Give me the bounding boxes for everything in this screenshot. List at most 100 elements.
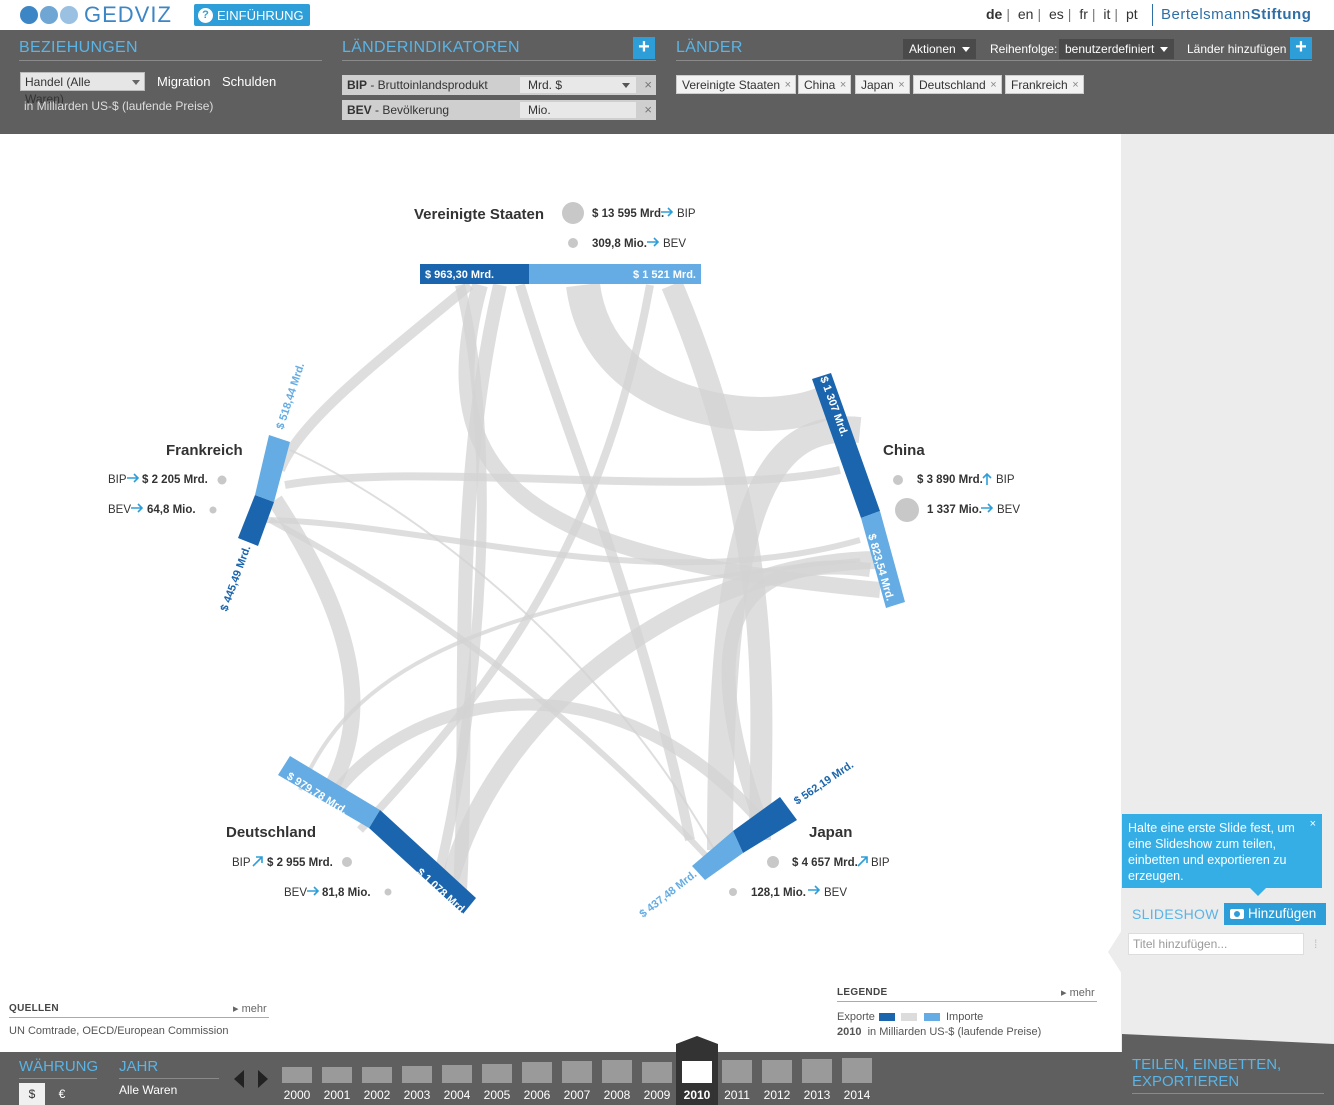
actions-dropdown[interactable]: Aktionen <box>903 39 976 59</box>
year-2000[interactable]: 2000 <box>282 1052 312 1105</box>
year-bar <box>562 1061 592 1083</box>
flow-japan-china[interactable] <box>721 560 871 823</box>
legend-note: 2010 in Milliarden US-$ (laufende Preise… <box>837 1026 1041 1038</box>
year-2014[interactable]: 2014 <box>842 1052 872 1105</box>
country-chip[interactable]: China × <box>798 75 852 95</box>
country-name-china[interactable]: China <box>883 442 925 459</box>
legend-imports-label: Importe <box>946 1011 984 1023</box>
lang-de[interactable]: de <box>986 6 1002 22</box>
slide-title-input[interactable]: Titel hinzufügen... <box>1128 933 1304 955</box>
year-2010[interactable]: 2010 <box>682 1052 712 1105</box>
year-2012[interactable]: 2012 <box>762 1052 792 1105</box>
close-icon[interactable]: × <box>1072 76 1078 95</box>
country-chip[interactable]: Frankreich × <box>1005 75 1084 94</box>
chip-label: Frankreich <box>1011 78 1068 92</box>
year-bar <box>842 1058 872 1083</box>
bip-bubble <box>893 475 903 485</box>
year-label: 2009 <box>643 1088 671 1102</box>
lang-fr[interactable]: fr <box>1079 6 1088 22</box>
year-bar <box>322 1067 352 1083</box>
close-icon[interactable]: × <box>898 76 904 95</box>
arrow-right-icon <box>808 885 821 895</box>
country-chip[interactable]: Japan × <box>855 75 910 94</box>
relation-select[interactable]: Handel (Alle Waren) <box>20 72 145 106</box>
country-name-germany[interactable]: Deutschland <box>226 824 316 841</box>
intro-button[interactable]: ? EINFÜHRUNG <box>194 4 310 26</box>
year-label: 2006 <box>523 1088 551 1102</box>
country-name-japan[interactable]: Japan <box>809 824 852 841</box>
france-imports-label: $ 518,44 Mrd. <box>274 362 307 431</box>
lang-en[interactable]: en <box>1018 6 1034 22</box>
indicator-unit-select[interactable]: Mio. <box>520 102 636 118</box>
year-2013[interactable]: 2013 <box>802 1052 832 1105</box>
arrow-up-right-icon <box>252 856 263 867</box>
year-2007[interactable]: 2007 <box>562 1052 592 1105</box>
chip-label: Japan <box>861 78 894 92</box>
country-chip[interactable]: Vereinigte Staaten × <box>676 75 797 95</box>
lang-pt[interactable]: pt <box>1126 6 1138 22</box>
year-label: 2004 <box>443 1088 471 1102</box>
us-bev-value: 309,8 Mio. <box>592 238 647 250</box>
france-exports-label: $ 445,49 Mrd. <box>219 544 254 613</box>
flow-us-france[interactable] <box>275 281 474 472</box>
sources-more-link[interactable]: ▸ mehr <box>233 1002 267 1015</box>
year-bar <box>642 1062 672 1083</box>
add-country-button[interactable]: + <box>1290 37 1312 59</box>
year-2008[interactable]: 2008 <box>602 1052 632 1105</box>
chevron-down-icon <box>132 80 140 85</box>
remove-indicator-icon[interactable]: × <box>644 102 652 117</box>
bev-bubble <box>895 498 919 522</box>
us-bip-label: BIP <box>677 208 696 220</box>
sidebar-notch <box>1108 930 1122 974</box>
year-2003[interactable]: 2003 <box>402 1052 432 1105</box>
arrow-up-icon <box>982 472 992 485</box>
relation-link-migration[interactable]: Migration <box>157 74 210 89</box>
year-2011[interactable]: 2011 <box>722 1052 752 1105</box>
share-export-panel[interactable]: TEILEN, EINBETTEN, EXPORTIEREN <box>1122 1034 1334 1105</box>
add-slide-button[interactable]: Hinzufügen <box>1224 903 1326 925</box>
bev-bubble <box>568 238 578 248</box>
close-icon[interactable]: × <box>840 76 846 95</box>
year-label: 2010 <box>683 1088 711 1102</box>
year-2005[interactable]: 2005 <box>482 1052 512 1105</box>
year-2001[interactable]: 2001 <box>322 1052 352 1105</box>
add-indicator-button[interactable]: + <box>633 37 655 59</box>
add-countries-label[interactable]: Länder hinzufügen <box>1187 42 1286 56</box>
gedviz-logo[interactable]: GEDVIZ <box>18 2 172 27</box>
relation-unit-note: in Milliarden US-$ (laufende Preise) <box>24 99 214 113</box>
indicator-unit-select[interactable]: Mrd. $ <box>520 77 636 93</box>
bip-bubble <box>217 475 227 485</box>
remove-indicator-icon[interactable]: × <box>644 77 652 92</box>
bertelsmann-logo[interactable]: BertelsmannStiftung <box>1152 4 1311 26</box>
year-bar <box>722 1060 752 1083</box>
indicator-row-bip[interactable]: BIP - Bruttoinlandsprodukt Mrd. $ × <box>342 75 656 95</box>
japan-bev-value: 128,1 Mio. <box>751 887 806 899</box>
year-2009[interactable]: 2009 <box>642 1052 672 1105</box>
add-slide-label: Hinzufügen <box>1248 906 1317 921</box>
china-bev-label: BEV <box>997 504 1020 516</box>
country-name-france[interactable]: Frankreich <box>166 442 243 459</box>
arrow-right-icon <box>307 886 320 896</box>
legend-note-text: in Milliarden US-$ (laufende Preise) <box>867 1026 1042 1038</box>
year-2004[interactable]: 2004 <box>442 1052 472 1105</box>
lang-es[interactable]: es <box>1049 6 1064 22</box>
close-icon[interactable]: × <box>990 76 996 95</box>
country-name-us[interactable]: Vereinigte Staaten <box>414 206 544 223</box>
indicator-row-bev[interactable]: BEV - Bevölkerung Mio. × <box>342 100 656 120</box>
country-chip[interactable]: Deutschland × <box>913 75 1002 94</box>
year-bar <box>522 1062 552 1083</box>
close-icon[interactable]: × <box>1310 816 1316 832</box>
share-title-line2: EXPORTIEREN <box>1132 1073 1240 1090</box>
chip-label: Deutschland <box>919 78 986 92</box>
order-dropdown[interactable]: benutzerdefiniert <box>1059 39 1175 59</box>
drag-handle-icon[interactable]: ⁞ <box>1314 937 1317 951</box>
year-bar <box>682 1061 712 1083</box>
lang-it[interactable]: it <box>1103 6 1110 22</box>
year-bar <box>602 1060 632 1083</box>
indicator-unit: Mrd. $ <box>528 78 563 92</box>
year-2006[interactable]: 2006 <box>522 1052 552 1105</box>
close-icon[interactable]: × <box>785 76 791 95</box>
year-2002[interactable]: 2002 <box>362 1052 392 1105</box>
legend-more-link[interactable]: ▸ mehr <box>1061 986 1095 999</box>
relation-link-schulden[interactable]: Schulden <box>222 74 276 89</box>
